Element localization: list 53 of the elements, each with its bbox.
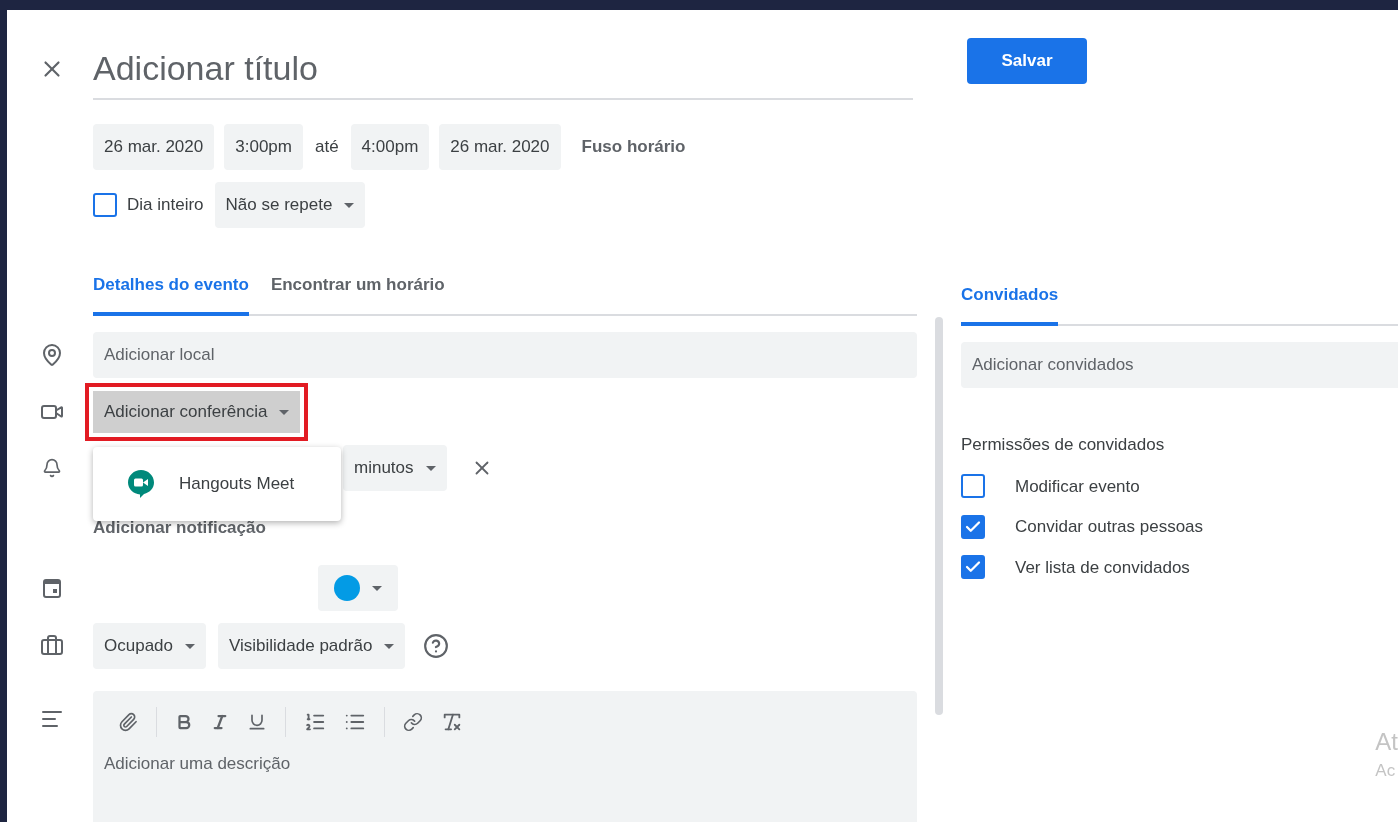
tab[interactable]: Encontrar um horário [270, 270, 445, 316]
underline-icon[interactable] [247, 712, 267, 732]
end-date-field[interactable]: 26 mar. 2020 [439, 124, 561, 170]
briefcase-icon [40, 634, 64, 658]
calendar-icon [42, 577, 62, 599]
bell-icon [42, 458, 62, 478]
link-icon[interactable] [403, 712, 423, 732]
permission-checkbox[interactable] [961, 514, 985, 539]
permissions-heading: Permissões de convidados [961, 434, 1166, 456]
start-time-field[interactable]: 3:00pm [224, 124, 303, 170]
tab[interactable]: Detalhes do evento [93, 270, 249, 316]
description-field[interactable]: Adicionar uma descrição [104, 751, 906, 791]
event-color-dropdown[interactable] [318, 565, 398, 611]
caret-icon [185, 643, 195, 649]
caret-icon [425, 465, 436, 471]
description-editor[interactable]: Adicionar uma descrição [93, 691, 917, 822]
repeat-dropdown[interactable]: Não se repete [214, 182, 366, 228]
guests-field[interactable]: Adicionar convidados [961, 342, 1398, 388]
add-notification-link[interactable]: Adicionar notificação [93, 515, 266, 539]
permission-checkbox[interactable] [961, 555, 985, 580]
system-notice-text: Ac [1375, 762, 1397, 779]
visibility-dropdown[interactable]: Visibilidade padrão [218, 623, 406, 669]
permission-label: Ver lista de convidados [1015, 556, 1190, 579]
numbered-list-icon[interactable] [304, 711, 326, 733]
tab[interactable]: Convidados [961, 280, 1059, 326]
caret-icon [279, 409, 290, 415]
scrollbar[interactable] [935, 317, 943, 715]
location-field[interactable]: Adicionar local [93, 332, 917, 378]
time-zone-button[interactable]: Fuso horário [570, 124, 697, 170]
save-button[interactable]: Salvar [967, 38, 1087, 84]
title-field[interactable]: Adicionar título [93, 38, 913, 100]
caret-icon [384, 643, 395, 649]
permission-label: Modificar evento [1015, 475, 1140, 498]
until-label: até [313, 136, 340, 159]
menu-item[interactable]: Hangouts Meet [93, 459, 341, 509]
attachment-icon[interactable] [118, 712, 138, 732]
end-time-field[interactable]: 4:00pm [350, 124, 430, 170]
italic-icon[interactable] [211, 713, 229, 731]
system-notice-title: At [1375, 730, 1398, 754]
all-day-checkbox[interactable] [93, 193, 117, 217]
video-chat-icon [127, 469, 155, 499]
caret-icon [372, 585, 382, 591]
permission-checkbox[interactable] [961, 474, 985, 499]
all-day-label: Dia inteiro [127, 194, 204, 217]
bold-icon[interactable] [175, 713, 193, 731]
clear-formatting-icon[interactable] [441, 711, 463, 733]
availability-dropdown[interactable]: Ocupado [93, 623, 206, 669]
caret-icon [344, 202, 355, 208]
start-date-field[interactable]: 26 mar. 2020 [93, 124, 215, 170]
location-icon [40, 343, 64, 367]
permission-label: Convidar outras pessoas [1015, 516, 1204, 538]
help-icon[interactable] [423, 633, 450, 659]
time-unit-dropdown[interactable]: minutos [343, 445, 447, 491]
